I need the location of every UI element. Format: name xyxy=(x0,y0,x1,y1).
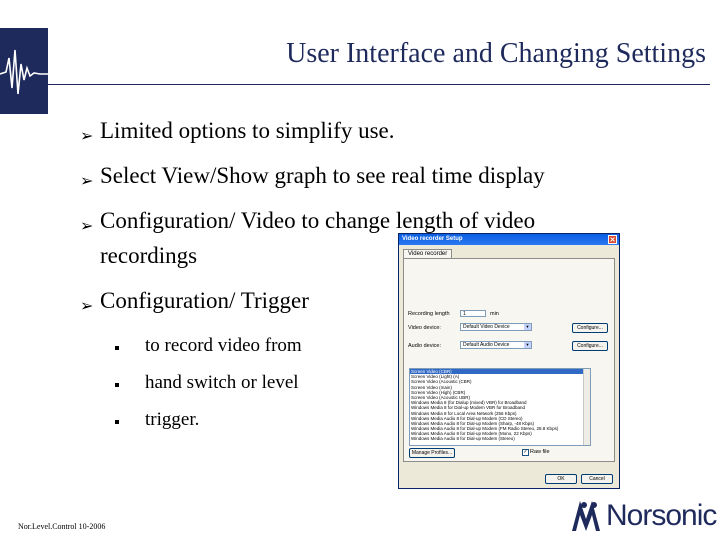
sub-bullet-2: hand switch or level xyxy=(145,372,299,393)
arrow-bullet-icon: ➢ xyxy=(80,126,94,145)
dialog-title: Video recorder Setup xyxy=(402,236,463,242)
arrow-bullet-icon: ➢ xyxy=(80,171,94,190)
bullet-1: Limited options to simplify use. xyxy=(100,118,395,143)
bullet-4: Configuration/ Trigger xyxy=(100,288,309,313)
logo-waveform-bar xyxy=(0,28,48,114)
arrow-bullet-icon: ➢ xyxy=(80,216,94,235)
video-device-select[interactable]: Default Video Device ▼ xyxy=(460,323,532,331)
list-item[interactable]: Windows Media Audio 8 for Dial-up Modem … xyxy=(410,436,590,441)
chevron-down-icon: ▼ xyxy=(524,342,531,348)
slide-title: User Interface and Changing Settings xyxy=(286,38,706,69)
video-recorder-setup-dialog: Video recorder Setup ✕ Video recorder Re… xyxy=(398,233,620,489)
square-bullet-icon xyxy=(115,346,119,350)
raw-file-label: Raw file xyxy=(530,449,550,455)
sub-bullet-3: trigger. xyxy=(145,409,200,430)
raw-file-checkbox[interactable]: ✓ xyxy=(522,449,529,456)
bullet-2: Select View/Show graph to see real time … xyxy=(100,163,545,188)
sub-bullet-1: to record video from xyxy=(145,335,302,356)
title-divider xyxy=(48,84,710,85)
square-bullet-icon xyxy=(115,383,119,387)
cancel-button[interactable]: Cancel xyxy=(581,474,613,484)
norsonic-logo-icon xyxy=(572,501,600,531)
close-icon[interactable]: ✕ xyxy=(608,235,617,244)
square-bullet-icon xyxy=(115,420,119,424)
ok-button[interactable]: OK xyxy=(545,474,577,484)
bullet-3-line1: Configuration/ Video to change length of… xyxy=(100,208,536,233)
recording-length-label: Recording length xyxy=(408,311,450,317)
audio-device-value: Default Audio Device xyxy=(463,342,510,348)
bullet-3-line2: recordings xyxy=(100,243,198,268)
chevron-down-icon: ▼ xyxy=(524,324,531,330)
footer-text: Nor.Level.Control 10-2006 xyxy=(18,522,106,531)
audio-device-label: Audio device: xyxy=(408,343,442,349)
list-scrollbar[interactable] xyxy=(583,369,590,445)
manage-profiles-button[interactable]: Manage Profiles... xyxy=(409,448,455,458)
configure-audio-button[interactable]: Configure... xyxy=(572,341,608,351)
recording-length-input[interactable]: 1 xyxy=(460,310,486,317)
configure-video-button[interactable]: Configure... xyxy=(572,323,608,333)
brand-logo: Norsonic xyxy=(570,497,717,537)
recording-length-unit: min xyxy=(490,311,499,317)
dialog-titlebar: Video recorder Setup ✕ xyxy=(399,234,619,245)
arrow-bullet-icon: ➢ xyxy=(80,296,94,315)
brand-name: Norsonic xyxy=(606,499,717,532)
codec-profile-list[interactable]: Screen Video (CBR) Screen Video (Light) (… xyxy=(409,368,591,446)
video-device-value: Default Video Device xyxy=(463,324,510,330)
audio-device-select[interactable]: Default Audio Device ▼ xyxy=(460,341,532,349)
video-device-label: Video device: xyxy=(408,325,441,331)
